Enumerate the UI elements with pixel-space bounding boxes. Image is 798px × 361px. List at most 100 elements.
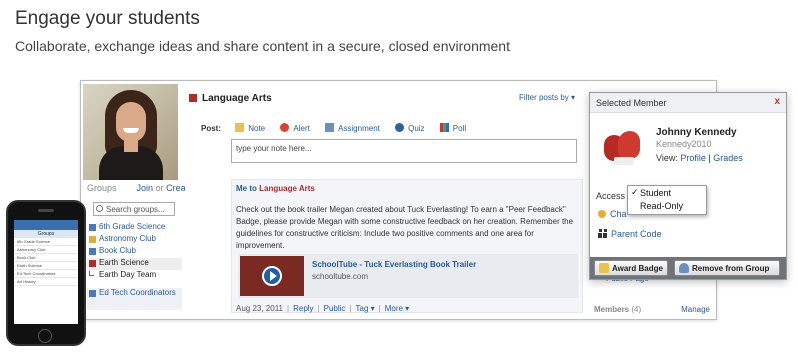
join-group-link[interactable]: Join <box>137 183 154 193</box>
post-alert-option[interactable]: Alert <box>280 123 310 133</box>
message-body: Check out the book trailer Megan created… <box>236 205 574 250</box>
alert-icon <box>280 123 290 132</box>
group-item-earth-day-team[interactable]: Earth Day Team <box>87 270 182 282</box>
assignment-icon <box>325 123 335 132</box>
search-icon <box>96 205 103 212</box>
feed-group-title: Language Arts <box>189 93 272 104</box>
member-username: Kennedy2010 <box>656 139 712 149</box>
parent-code-label: Parent Code <box>611 229 662 239</box>
change-partial-text: Cha <box>610 209 627 219</box>
reply-link[interactable]: Reply <box>293 304 313 313</box>
phone-home-button <box>38 329 52 343</box>
message-meta: Aug 23, 2011 | Reply | Public | Tag ▾ | More ▾ <box>236 304 410 313</box>
subgroup-marker <box>89 271 94 276</box>
video-thumbnail[interactable] <box>240 256 304 296</box>
group-search-placeholder: Search groups... <box>106 205 165 214</box>
tag-dropdown[interactable]: Tag ▾ <box>356 304 375 313</box>
quiz-icon <box>395 123 405 132</box>
page-subtitle: Collaborate, exchange ideas and share co… <box>15 38 510 54</box>
popup-title: Selected Member <box>596 98 667 108</box>
award-badge-label: Award Badge <box>612 264 663 273</box>
phone-top-bar <box>14 220 78 230</box>
members-label: Members <box>594 305 630 314</box>
group-feed: Language Arts Filter posts by ▾ Post: No… <box>185 81 585 319</box>
message-group-link[interactable]: Language Arts <box>259 184 315 193</box>
access-option-read-only[interactable]: Read-Only <box>628 199 706 212</box>
post-alert-label: Alert <box>293 124 310 133</box>
grades-link[interactable]: Grades <box>713 153 743 163</box>
parents-icon <box>598 229 608 238</box>
parent-code-link[interactable]: Parent Code <box>598 229 662 239</box>
post-poll-option[interactable]: Poll <box>439 123 467 133</box>
group-item-label: 6th Grade Science <box>99 222 166 231</box>
play-icon[interactable] <box>262 266 282 286</box>
group-color-square <box>89 236 96 243</box>
remove-from-group-button[interactable]: Remove from Group <box>674 260 780 276</box>
member-view-links: View: Profile | Grades <box>656 153 743 163</box>
access-option-label: Student <box>640 188 672 198</box>
note-input-placeholder: type your note here... <box>236 144 312 153</box>
manage-members-link[interactable]: Manage <box>681 305 710 314</box>
phone-screen-title: Groups <box>14 230 78 238</box>
popup-footer: Award Badge Remove from Group <box>590 257 786 279</box>
phone-screen: Groups 6th Grade Science Astronomy Club … <box>14 220 78 324</box>
post-poll-label: Poll <box>452 124 467 133</box>
phone-list-row: Art History <box>14 278 78 286</box>
group-search-input[interactable]: Search groups... <box>93 202 175 216</box>
member-name: Johnny Kennedy <box>656 127 737 138</box>
group-item-astronomy-club[interactable]: Astronomy Club <box>87 234 182 246</box>
link-preview[interactable]: SchoolTube - Tuck Everlasting Book Trail… <box>238 254 578 298</box>
mobile-phone-mockup: Groups 6th Grade Science Astronomy Club … <box>6 200 86 346</box>
group-item-label: Ed Tech Coordinators <box>99 288 176 297</box>
poll-icon <box>439 123 449 132</box>
award-badge-button[interactable]: Award Badge <box>594 260 668 276</box>
message-sender: Me <box>236 184 248 193</box>
group-item-earth-science[interactable]: Earth Science <box>87 258 182 270</box>
post-type-bar: Post: Note Alert Assignment Quiz Poll <box>201 123 479 133</box>
access-option-label: Read-Only <box>640 201 684 211</box>
post-note-label: Note <box>248 124 266 133</box>
filter-posts-dropdown[interactable]: Filter posts by ▾ <box>519 93 575 102</box>
group-item-6th-grade-science[interactable]: 6th Grade Science <box>87 222 182 234</box>
group-color-square <box>189 94 197 102</box>
group-item-book-club[interactable]: Book Club <box>87 246 182 258</box>
post-quiz-option[interactable]: Quiz <box>395 123 425 133</box>
note-icon <box>235 123 245 132</box>
group-color-square <box>89 224 96 231</box>
post-note-option[interactable]: Note <box>235 123 266 133</box>
post-assignment-option[interactable]: Assignment <box>325 123 380 133</box>
message-date: Aug 23, 2011 <box>236 304 284 313</box>
group-item-label: Astronomy Club <box>99 234 156 243</box>
members-count: (4) <box>631 305 642 314</box>
message-to-word: to <box>249 184 257 193</box>
note-input[interactable]: type your note here... <box>231 139 577 163</box>
popup-header: Selected Member x <box>590 93 786 113</box>
link-title[interactable]: SchoolTube - Tuck Everlasting Book Trail… <box>312 260 476 269</box>
profile-link[interactable]: Profile <box>680 153 706 163</box>
groups-label: Groups <box>87 183 117 193</box>
message-header: Me to Language Arts <box>236 184 315 193</box>
change-password-link[interactable]: Cha <box>598 209 627 219</box>
feed-group-title-text: Language Arts <box>202 93 272 104</box>
key-icon <box>598 210 606 218</box>
badge-icon <box>599 263 609 273</box>
group-item-label: Earth Day Team <box>99 270 157 279</box>
close-icon[interactable]: x <box>774 96 780 107</box>
post-quiz-label: Quiz <box>408 124 425 133</box>
access-option-student[interactable]: ✓ Student <box>628 186 706 199</box>
groups-header: Groups Join or Create <box>87 183 193 193</box>
group-item-label: Book Club <box>99 246 136 255</box>
member-avatar <box>600 129 642 169</box>
public-link[interactable]: Public <box>324 304 346 313</box>
phone-list-row: Book Club <box>14 254 78 262</box>
groups-or-text: or <box>155 183 164 193</box>
more-dropdown[interactable]: More ▾ <box>385 304 409 313</box>
access-dropdown[interactable]: ✓ Student Read-Only <box>627 185 707 215</box>
group-item-ed-tech-coordinators[interactable]: Ed Tech Coordinators <box>87 288 182 310</box>
group-color-square <box>89 260 96 267</box>
group-item-label: Earth Science <box>99 258 149 267</box>
link-url: schooltube.com <box>312 272 369 281</box>
page-headline: Engage your students <box>15 8 200 29</box>
remove-from-group-label: Remove from Group <box>692 264 770 273</box>
group-color-square <box>89 248 96 255</box>
